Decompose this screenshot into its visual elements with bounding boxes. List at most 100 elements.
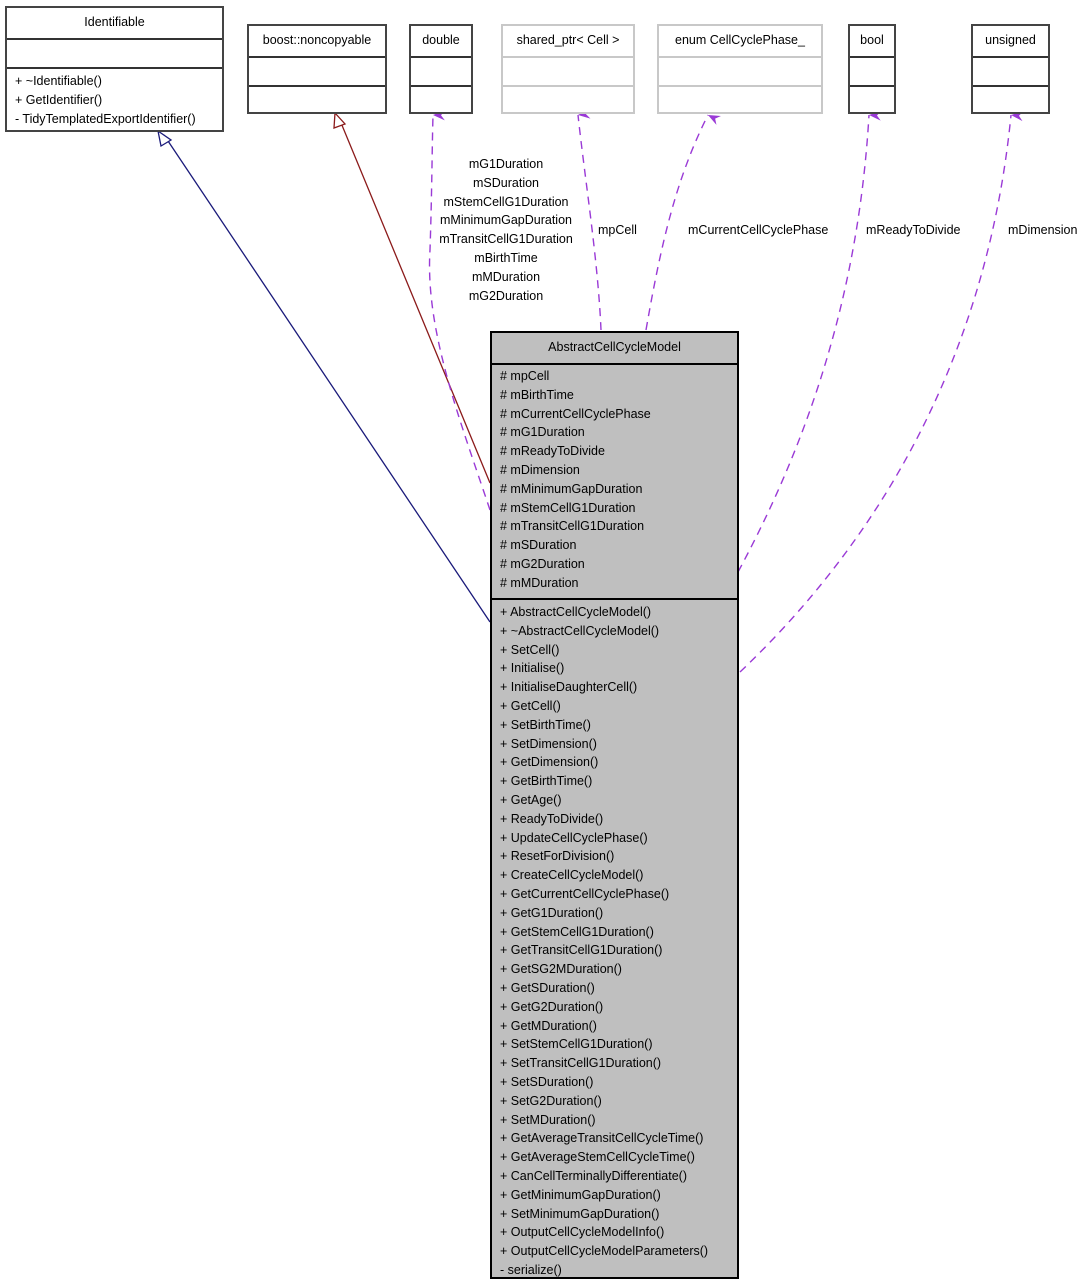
- attributes-section: [850, 56, 894, 85]
- method: + GetG2Duration(): [500, 999, 604, 1014]
- method: + Initialise(): [500, 661, 565, 676]
- edge-label: mSDuration: [473, 175, 539, 190]
- methods-section: [850, 85, 894, 112]
- class-name: AbstractCellCycleModel: [548, 340, 681, 354]
- method: + GetMinimumGapDuration(): [500, 1187, 661, 1202]
- class-shared-ptr-cell[interactable]: shared_ptr< Cell >: [501, 24, 635, 114]
- method: + ~Identifiable(): [15, 74, 102, 88]
- method: + SetDimension(): [500, 736, 597, 751]
- methods-section: [659, 85, 821, 112]
- method: + GetTransitCellG1Duration(): [500, 943, 663, 958]
- method: + GetCurrentCellCyclePhase(): [500, 886, 670, 901]
- attributes-section: [659, 56, 821, 85]
- method: + ReadyToDivide(): [500, 811, 604, 826]
- class-bool[interactable]: bool: [848, 24, 896, 114]
- attribute: # mpCell: [500, 369, 550, 383]
- attribute: # mMinimumGapDuration: [500, 481, 643, 496]
- edge-labels-double: mG1Duration mSDuration mStemCellG1Durati…: [430, 155, 582, 305]
- method: + CreateCellCycleModel(): [500, 868, 644, 883]
- attributes-section: [7, 38, 222, 67]
- class-name: Identifiable: [84, 15, 145, 29]
- attributes-section: # mpCell # mBirthTime # mCurrentCellCycleP…: [492, 363, 737, 598]
- attributes-section: [973, 56, 1048, 85]
- method: + CanCellTerminallyDifferentiate(): [500, 1168, 687, 1183]
- method: + GetStemCellG1Duration(): [500, 924, 654, 939]
- edge-label-mreadytodivide: mReadyToDivide: [866, 223, 961, 237]
- edge-label: mMinimumGapDuration: [440, 213, 572, 228]
- method: + UpdateCellCyclePhase(): [500, 830, 648, 845]
- method: + SetBirthTime(): [500, 717, 591, 732]
- attributes-section: [411, 56, 471, 85]
- method: + SetMinimumGapDuration(): [500, 1206, 660, 1221]
- class-double[interactable]: double: [409, 24, 473, 114]
- edge-label-mpcell: mpCell: [598, 223, 637, 237]
- method: - TidyTemplatedExportIdentifier(): [15, 111, 196, 126]
- attribute: # mDimension: [500, 462, 580, 477]
- method: + GetMDuration(): [500, 1018, 597, 1033]
- class-boost-noncopyable[interactable]: boost::noncopyable: [247, 24, 387, 114]
- attribute: # mTransitCellG1Duration: [500, 519, 645, 534]
- methods-section: [249, 85, 385, 112]
- class-name: unsigned: [985, 33, 1036, 47]
- class-name: shared_ptr< Cell >: [516, 33, 620, 47]
- method: + GetCell(): [500, 698, 561, 713]
- edge-label: mStemCellG1Duration: [443, 194, 569, 209]
- method: + InitialiseDaughterCell(): [500, 680, 638, 695]
- methods-section: [411, 85, 471, 112]
- edge-label: mMDuration: [471, 269, 541, 284]
- methods-section: [973, 85, 1048, 112]
- method: + OutputCellCycleModelParameters(): [500, 1244, 709, 1259]
- edge-label: mG2Duration: [468, 288, 544, 303]
- method: + SetMDuration(): [500, 1112, 596, 1127]
- edge-label: mG1Duration: [468, 157, 544, 171]
- edge-label-mdimension: mDimension: [1008, 223, 1078, 237]
- edge-usage-bool: [737, 110, 882, 573]
- methods-section: + ~Identifiable() + GetIdentifier() - Ti…: [7, 67, 222, 128]
- class-name: boost::noncopyable: [262, 33, 372, 47]
- method: + SetTransitCellG1Duration(): [500, 1056, 662, 1071]
- method: + AbstractCellCycleModel(): [500, 605, 652, 619]
- hollow-triangle-arrow-icon: [157, 129, 173, 148]
- method: + GetIdentifier(): [15, 92, 103, 107]
- method: + SetCell(): [500, 642, 560, 657]
- method: + SetG2Duration(): [500, 1093, 602, 1108]
- method: + GetAverageTransitCellCycleTime(): [500, 1131, 704, 1146]
- method: + ResetForDivision(): [500, 849, 615, 864]
- method: + SetSDuration(): [500, 1074, 594, 1089]
- attribute: # mG2Duration: [500, 556, 585, 571]
- edge-usage-unsigned: [739, 111, 1024, 673]
- class-unsigned[interactable]: unsigned: [971, 24, 1050, 114]
- method: + GetBirthTime(): [500, 774, 593, 789]
- edge-label: mBirthTime: [474, 250, 538, 265]
- methods-section: [503, 85, 633, 112]
- attribute: # mStemCellG1Duration: [500, 500, 636, 515]
- edge-label-mcurrentcellcyclephase: mCurrentCellCyclePhase: [688, 223, 829, 237]
- method: + SetStemCellG1Duration(): [500, 1037, 653, 1052]
- attributes-section: [249, 56, 385, 85]
- method: + GetG1Duration(): [500, 905, 604, 920]
- class-name: double: [422, 33, 460, 47]
- method: + GetSG2MDuration(): [500, 962, 622, 977]
- attribute: # mBirthTime: [500, 387, 574, 402]
- method: + GetSDuration(): [500, 980, 595, 995]
- class-abstract-cell-cycle-model[interactable]: AbstractCellCycleModel # mpCell # mBirthT…: [490, 331, 739, 1279]
- class-name: enum CellCyclePhase_: [675, 33, 805, 47]
- attribute: # mG1Duration: [500, 425, 585, 440]
- attributes-section: [503, 56, 633, 85]
- class-identifiable[interactable]: Identifiable + ~Identifiable() + GetIden…: [5, 6, 224, 132]
- method: + GetDimension(): [500, 755, 599, 770]
- class-enum-cell-cycle-phase[interactable]: enum CellCyclePhase_: [657, 24, 823, 114]
- attribute: # mSDuration: [500, 538, 577, 553]
- hollow-triangle-arrow-icon: [333, 111, 347, 129]
- attribute: # mCurrentCellCyclePhase: [500, 406, 651, 421]
- method: + GetAge(): [500, 792, 562, 807]
- method: + ~AbstractCellCycleModel(): [500, 623, 660, 638]
- methods-section: + AbstractCellCycleModel() + ~AbstractCel…: [492, 598, 737, 1280]
- method: + GetAverageStemCellCycleTime(): [500, 1150, 695, 1165]
- method: - serialize(): [500, 1262, 562, 1277]
- class-name: bool: [860, 33, 884, 47]
- attribute: # mReadyToDivide: [500, 444, 605, 459]
- attribute: # mMDuration: [500, 575, 579, 590]
- edge-label: mTransitCellG1Duration: [439, 232, 573, 247]
- method: + OutputCellCycleModelInfo(): [500, 1225, 665, 1240]
